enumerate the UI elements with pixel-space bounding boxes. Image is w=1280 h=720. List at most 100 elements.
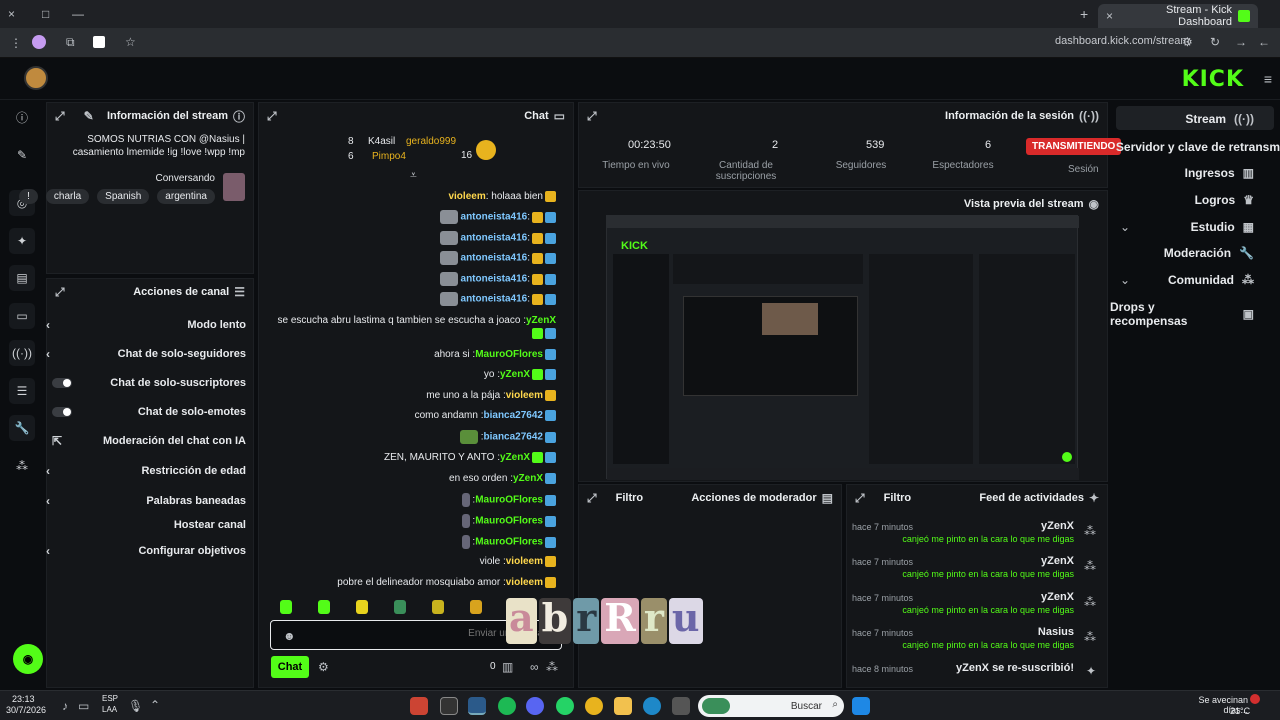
hamburger-menu-icon[interactable]: ≡ (1264, 71, 1272, 87)
clock-date[interactable]: 30/7/2026 (6, 705, 46, 716)
send-chat-button[interactable]: Chat (271, 656, 309, 678)
help-chat-icon[interactable]: ◉ (13, 644, 43, 674)
tag-chip[interactable]: Spanish (97, 189, 150, 204)
category-name[interactable]: Conversando (156, 173, 215, 184)
chevron-down-icon[interactable]: ⌄ (1120, 220, 1130, 234)
action-host-channel[interactable]: Hostear canal (46, 514, 246, 536)
link-icon[interactable]: ∞ (530, 660, 539, 674)
site-settings-icon[interactable]: ⚙ (1182, 35, 1193, 49)
weather-temp[interactable]: 21°C (1230, 706, 1250, 716)
steam-icon[interactable] (468, 697, 486, 715)
gifter-name[interactable]: K4asil (368, 136, 395, 147)
tag-chip[interactable]: argentina (157, 189, 215, 204)
people-icon[interactable]: ⁂ (9, 453, 35, 479)
feed-filter-button[interactable]: Filtro (884, 492, 912, 504)
emote-icon[interactable] (431, 600, 444, 614)
nav-item-stream[interactable]: Stream ((·)) (1185, 112, 1254, 126)
extension-avatar-icon[interactable] (32, 35, 46, 49)
reload-icon[interactable]: ↻ (1210, 35, 1220, 49)
action-subscribers-only[interactable]: Chat de solo-suscriptores (52, 372, 246, 394)
emote-icon[interactable] (355, 600, 368, 614)
app-icon[interactable] (440, 697, 458, 715)
expand-icon[interactable]: ⤢ (855, 491, 865, 506)
gifter-name[interactable]: Pimpo4 (372, 151, 406, 162)
toggle-switch[interactable] (52, 407, 72, 417)
emoji-icon[interactable]: ☻ (283, 629, 296, 643)
extensions-icon[interactable]: ⧉ (66, 35, 75, 50)
info-icon[interactable]: ⓘ (9, 104, 35, 130)
action-emotes-only[interactable]: Chat de solo-emotes (52, 401, 246, 423)
expand-icon[interactable]: ⤢ (267, 109, 277, 124)
action-ai-moderation[interactable]: ⇱ Moderación del chat con IA (52, 430, 246, 452)
edge-icon[interactable] (643, 697, 661, 715)
whatsapp-icon[interactable] (556, 697, 574, 715)
emote-icon[interactable] (279, 600, 292, 614)
emote-icon[interactable] (469, 600, 482, 614)
wrench-icon[interactable]: 🔧 (9, 415, 35, 441)
expand-icon[interactable]: ⤢ (55, 109, 65, 124)
chevron-down-icon[interactable]: ⌄ (1120, 273, 1130, 287)
language-label[interactable]: ESP (102, 694, 118, 703)
obs-icon[interactable] (410, 697, 428, 715)
nav-item-studio[interactable]: Estudio ▦ (1191, 220, 1254, 234)
tag-chip[interactable]: charla (45, 189, 90, 204)
chrome-icon[interactable] (585, 697, 603, 715)
people-icon[interactable]: ⁂ (546, 660, 558, 674)
volume-icon[interactable]: ♪ (62, 699, 68, 713)
bookmark-star-icon[interactable]: ☆ (125, 35, 136, 49)
action-configure-goals[interactable]: ‹ Configurar objetivos (46, 540, 246, 562)
windows-start-icon[interactable] (852, 697, 870, 715)
file-explorer-icon[interactable] (614, 697, 632, 715)
nav-item-achievements[interactable]: Logros ♛ (1195, 193, 1254, 207)
gifter-name[interactable]: geraldo999 (406, 136, 456, 147)
new-tab-button[interactable]: + (1080, 6, 1088, 22)
document-icon[interactable]: ▤ (9, 265, 35, 291)
tag-chip[interactable]: ! (19, 189, 38, 204)
action-age-restriction[interactable]: ‹ Restricción de edad (46, 460, 246, 482)
stream-preview-video[interactable]: KICK (606, 215, 1079, 480)
layers-icon[interactable]: ☰ (9, 378, 35, 404)
pencil-icon[interactable]: ✎ (9, 142, 35, 168)
store-icon[interactable]: ▥ (502, 660, 513, 674)
url-text[interactable]: dashboard.kick.com/stream (1055, 35, 1190, 47)
microphone-icon[interactable]: 🎙 (128, 699, 143, 713)
extension-icon[interactable] (93, 36, 105, 48)
pin-icon[interactable]: ✦ (9, 228, 35, 254)
nav-item-server-key[interactable]: Servidor y clave de retransm (1116, 140, 1280, 154)
tab-close-icon[interactable]: × (1106, 9, 1113, 23)
settings-gear-icon[interactable]: ⚙ (318, 660, 329, 674)
toggle-switch[interactable] (52, 378, 72, 388)
back-icon[interactable]: ← (1258, 35, 1270, 49)
tab-kick-dashboard[interactable]: × Stream - Kick Dashboard (1098, 4, 1258, 28)
nav-item-moderation[interactable]: Moderación 🔧 (1164, 246, 1254, 260)
clock-time[interactable]: 23:13 (12, 694, 35, 705)
mod-filter-button[interactable]: Filtro (616, 492, 644, 504)
discord-icon[interactable] (526, 697, 544, 715)
forward-icon[interactable]: → (1235, 35, 1247, 49)
window-close-icon[interactable]: × (8, 7, 15, 21)
window-maximize-icon[interactable]: □ (42, 7, 49, 21)
kick-logo[interactable]: KICK (1182, 67, 1244, 92)
edit-icon[interactable]: ✎ (84, 109, 94, 123)
language-label-2[interactable]: LAA (102, 705, 117, 714)
emote-icon[interactable] (393, 600, 406, 614)
user-avatar[interactable] (24, 66, 48, 90)
expand-icon[interactable]: ⤢ (587, 109, 597, 124)
tray-chevron-icon[interactable]: ⌃ (150, 698, 160, 712)
nav-item-income[interactable]: Ingresos ▥ (1185, 166, 1254, 180)
action-slow-mode[interactable]: ‹ Modo lento (46, 314, 246, 336)
taskbar-search[interactable]: Buscar ⌕ (698, 695, 844, 717)
action-followers-only[interactable]: ‹ Chat de solo-seguidores (46, 343, 246, 365)
action-banned-words[interactable]: ‹ Palabras baneadas (46, 490, 246, 512)
nav-item-community[interactable]: Comunidad ⁂ (1168, 273, 1254, 287)
network-icon[interactable]: ▭ (78, 699, 89, 713)
nav-item-drops[interactable]: Drops y recompensas ▣ (1110, 300, 1254, 328)
menu-dots-icon[interactable]: ⋮ (10, 36, 22, 50)
broadcast-icon[interactable]: ((·)) (9, 340, 35, 366)
expand-icon[interactable]: ⤢ (587, 491, 597, 506)
expand-icon[interactable]: ⤢ (55, 285, 65, 300)
chat-bubble-icon[interactable]: ▭ (9, 303, 35, 329)
spotify-icon[interactable] (498, 697, 516, 715)
emote-icon[interactable] (317, 600, 330, 614)
task-view-icon[interactable] (672, 697, 690, 715)
